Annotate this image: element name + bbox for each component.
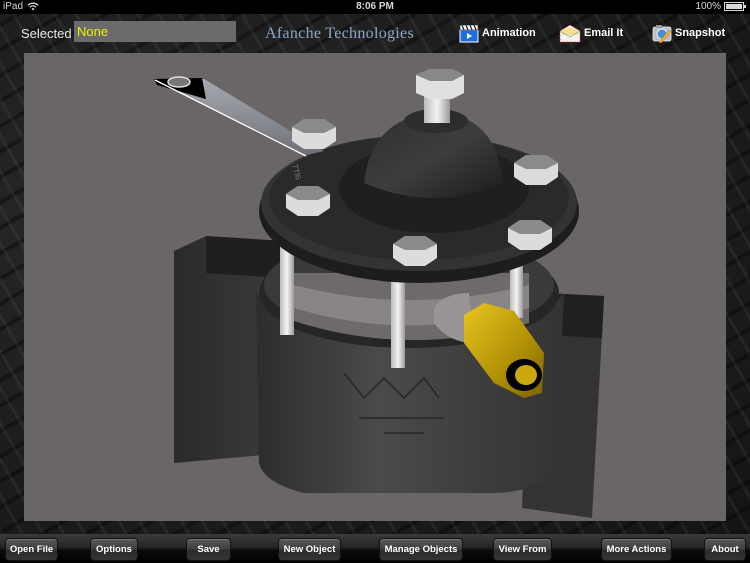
flange-bolt [286, 186, 330, 216]
flange-bolt [292, 119, 336, 149]
view-from-button[interactable]: View From [493, 538, 552, 561]
snapshot-label: Snapshot [675, 27, 726, 39]
camera-icon [652, 25, 672, 44]
battery-percent: 100% [695, 1, 721, 12]
status-right: 100% [695, 1, 746, 12]
selected-value-field[interactable]: None [74, 21, 236, 42]
clapperboard-icon [459, 24, 479, 43]
open-file-button[interactable]: Open File [5, 538, 58, 561]
bottom-toolbar: Open File Options Save New Object Manage… [0, 534, 750, 563]
flange-bolt [508, 220, 552, 250]
animation-label: Animation [482, 27, 536, 39]
animation-button[interactable]: Animation [458, 22, 536, 44]
selected-label: Selected [21, 26, 72, 41]
more-actions-button[interactable]: More Actions [601, 538, 672, 561]
status-bar: iPad 8:06 PM 100% [0, 0, 750, 14]
save-button[interactable]: Save [186, 538, 231, 561]
flange-bolt [514, 155, 558, 185]
email-it-label: Email It [584, 27, 624, 39]
manage-objects-button[interactable]: Manage Objects [379, 538, 463, 561]
battery-fill [726, 4, 742, 9]
tie-rod [280, 243, 294, 335]
flange-bolt [393, 236, 437, 266]
about-button[interactable]: About [704, 538, 746, 561]
brand-title: Afanche Technologies [265, 25, 414, 42]
3d-viewport[interactable]: 7Tl6 [24, 53, 726, 521]
snapshot-button[interactable]: Snapshot [651, 22, 725, 44]
email-it-button[interactable]: Email It [558, 22, 623, 44]
new-object-button[interactable]: New Object [278, 538, 341, 561]
clock: 8:06 PM [356, 1, 394, 12]
envelope-icon [559, 24, 581, 43]
valve-model: 7Tl6 [154, 69, 604, 518]
battery-icon [724, 2, 746, 11]
options-button[interactable]: Options [90, 538, 138, 561]
